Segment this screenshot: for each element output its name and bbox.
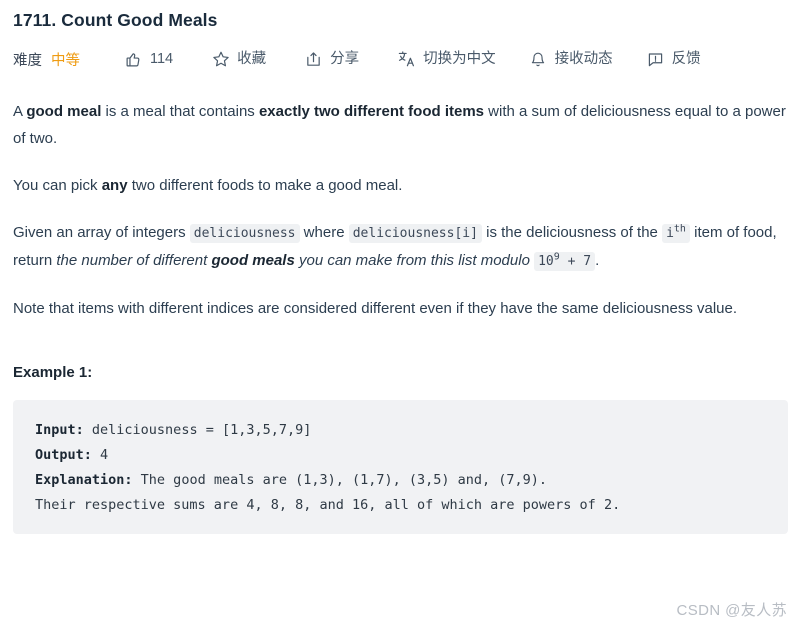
difficulty-label: 难度 xyxy=(13,52,42,69)
input-value: deliciousness = [1,3,5,7,9] xyxy=(83,422,312,438)
emphasis-good-meal: good meal xyxy=(26,103,102,120)
text: is the deliciousness of the xyxy=(481,224,663,241)
translate-label: 切换为中文 xyxy=(423,50,496,67)
problem-description: A good meal is a meal that contains exac… xyxy=(13,98,788,322)
output-label: Output: xyxy=(35,447,92,463)
example-heading: Example 1: xyxy=(13,364,93,381)
emphasis-any: any xyxy=(101,177,128,194)
example-code-block: Input: deliciousness = [1,3,5,7,9] Outpu… xyxy=(13,400,788,534)
code-modulo-value: 109 + 7 xyxy=(534,252,596,271)
text: where xyxy=(299,224,349,241)
problem-page: 1711. Count Good Meals 难度 中等 114 收藏 分享 切… xyxy=(0,7,801,626)
emphasis-two-items: exactly two different food items xyxy=(258,103,485,120)
problem-toolbar: 难度 中等 114 收藏 分享 切换为中文 接收动态 反馈 xyxy=(13,44,788,74)
like-button[interactable]: 114 xyxy=(124,50,173,69)
bell-icon xyxy=(529,50,548,69)
translate-icon xyxy=(397,50,416,69)
feedback-icon xyxy=(646,50,665,69)
explanation-label: Explanation: xyxy=(35,472,133,488)
favorite-button[interactable]: 收藏 xyxy=(211,50,266,69)
explanation-line-2: Their respective sums are 4, 8, 8, and 1… xyxy=(35,497,621,513)
text: You can pick xyxy=(13,177,102,194)
share-label: 分享 xyxy=(330,50,360,67)
emphasis-good-meals: good meals xyxy=(211,252,295,269)
explanation-value: The good meals are (1,3), (1,7), (3,5) a… xyxy=(132,472,548,488)
code-deliciousness: deliciousness xyxy=(189,224,300,243)
code-base: 10 xyxy=(538,254,554,269)
thumbs-up-icon xyxy=(124,50,143,69)
code-addend: + 7 xyxy=(559,254,592,269)
share-button[interactable]: 分享 xyxy=(304,50,359,69)
text: you can make from this list modulo xyxy=(294,252,530,269)
output-value: 4 xyxy=(91,447,109,463)
description-paragraph-3: Given an array of integers deliciousness… xyxy=(13,219,788,275)
translate-button[interactable]: 切换为中文 xyxy=(397,50,496,69)
subscribe-button[interactable]: 接收动态 xyxy=(529,50,613,69)
feedback-label: 反馈 xyxy=(671,50,701,67)
subscribe-label: 接收动态 xyxy=(554,50,613,67)
share-icon xyxy=(304,50,323,69)
difficulty-value: 中等 xyxy=(51,52,80,69)
code-i-base: i xyxy=(666,226,674,241)
text: Given an array of integers xyxy=(13,224,190,241)
input-label: Input: xyxy=(35,422,84,438)
description-paragraph-2: You can pick any two different foods to … xyxy=(13,172,788,199)
text: . xyxy=(595,252,600,269)
text: the number of different xyxy=(56,252,212,269)
favorite-label: 收藏 xyxy=(237,50,267,67)
text: is a meal that contains xyxy=(101,103,259,120)
text: Note that items with different indices a… xyxy=(13,300,738,317)
code-deliciousness-index: deliciousness[i] xyxy=(348,224,482,243)
feedback-button[interactable]: 反馈 xyxy=(646,50,701,69)
description-paragraph-1: A good meal is a meal that contains exac… xyxy=(13,98,788,152)
code-i-superscript: th xyxy=(673,223,686,235)
italic-return-clause: the number of different good meals you c… xyxy=(56,252,530,269)
code-i-index: ith xyxy=(662,224,690,243)
star-icon xyxy=(211,50,230,69)
page-title: 1711. Count Good Meals xyxy=(13,10,218,30)
text: two different foods to make a good meal. xyxy=(127,177,403,194)
like-count: 114 xyxy=(150,50,174,67)
watermark: CSDN @友人苏 xyxy=(676,602,787,619)
text: A xyxy=(13,103,27,120)
description-paragraph-4: Note that items with different indices a… xyxy=(13,295,788,322)
